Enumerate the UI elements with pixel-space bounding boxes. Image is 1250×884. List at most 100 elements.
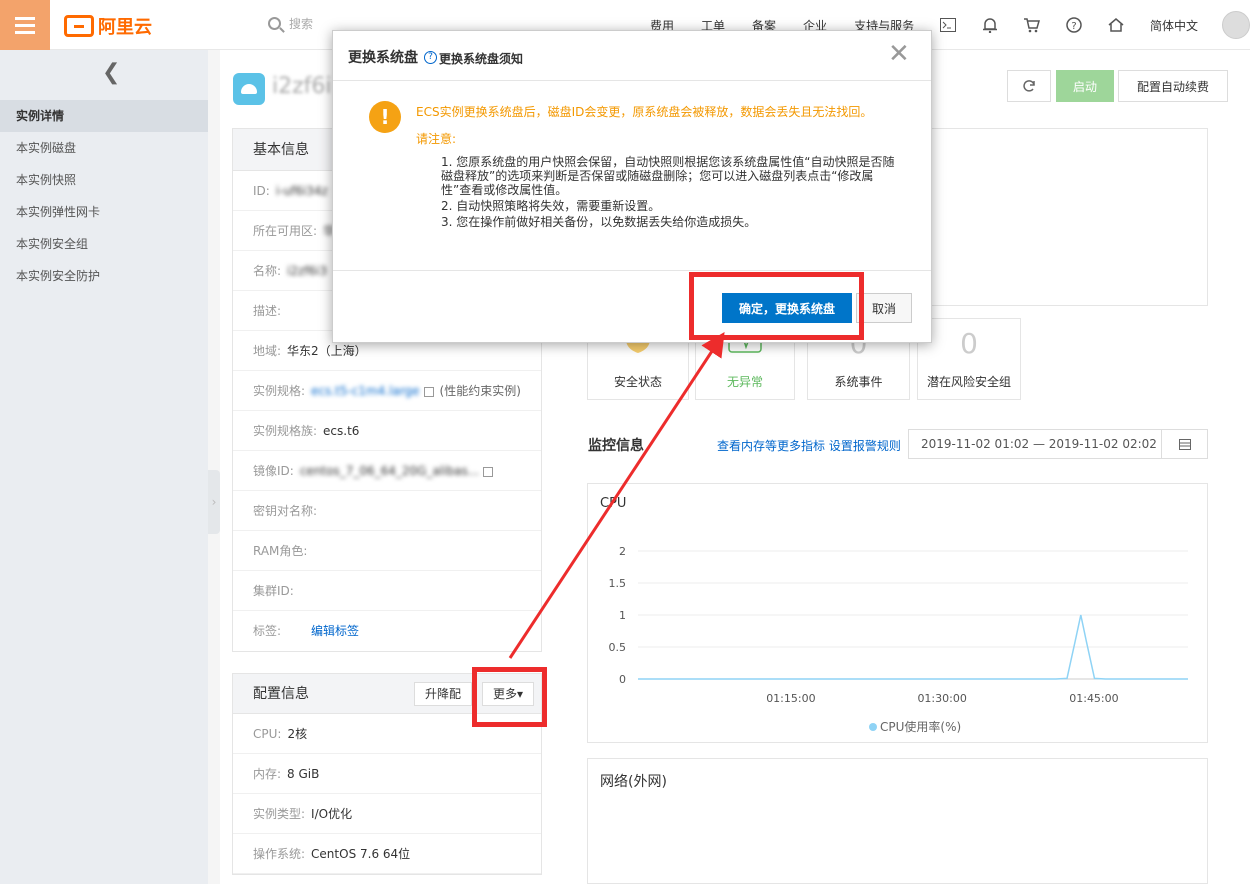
y-tick-label: 1 (619, 609, 626, 622)
row-value: CentOS 7.6 64位 (311, 847, 411, 861)
sidebar-item-instance-details[interactable]: 实例详情 (0, 100, 208, 132)
instance-type-link[interactable]: ecs.t5-c1m4.large (311, 384, 420, 398)
stat-number: 0 (960, 327, 978, 360)
row-label: 集群ID: (253, 584, 294, 598)
stat-label: 无异常 (726, 375, 763, 389)
date-range-picker[interactable]: 2019-11-02 01:02 — 2019-11-02 02:02 (908, 429, 1162, 459)
menu-icon[interactable] (0, 0, 50, 50)
row-value: I/O优化 (311, 807, 353, 821)
row-value: centos_7_06_64_20G_alibas... (299, 464, 480, 478)
row-value: 华东2（上海） (287, 344, 367, 358)
row-label: 密钥对名称: (253, 504, 318, 518)
stat-label: 潜在风险安全组 (926, 375, 1011, 389)
upgrade-button[interactable]: 升降配 (414, 682, 473, 706)
row-label: 实例规格: (253, 384, 306, 398)
close-icon[interactable]: ✕ (888, 41, 910, 67)
dialog-help-link[interactable]: 更换系统盘须知 (439, 50, 523, 67)
chart-title: CPU (600, 496, 626, 511)
sidebar-item-disks[interactable]: 本实例磁盘 (0, 132, 208, 164)
y-tick-label: 0.5 (609, 641, 627, 654)
cpu-chart: CPU 0 0.5 1 1.5 2 01:15:00 01:30:00 01:45:00 CPU使… (587, 483, 1208, 743)
network-title: 网络(外网) (600, 774, 667, 790)
help-icon[interactable]: ? (1063, 14, 1085, 36)
row-value: i-uf6i34z (275, 184, 328, 198)
svg-text:?: ? (1071, 21, 1076, 32)
back-chevron-icon[interactable]: ❮ (102, 60, 120, 85)
avatar[interactable] (1222, 11, 1250, 39)
y-tick-label: 2 (619, 545, 626, 558)
warning-text: ECS实例更换系统盘后，磁盘ID会变更，原系统盘会被释放，数据会丢失且无法找回。 (416, 105, 873, 119)
dialog-header: 更换系统盘 ? 更换系统盘须知 ✕ (333, 31, 931, 81)
row-label: RAM角色: (253, 544, 308, 558)
terminal-icon[interactable] (937, 14, 959, 36)
sidebar: ❮ 实例详情 本实例磁盘 本实例快照 本实例弹性网卡 本实例安全组 本实例安全防… (0, 50, 208, 884)
annotation-box-confirm (689, 272, 864, 340)
calendar-icon[interactable] (1161, 429, 1208, 459)
monitor-links[interactable]: 查看内存等更多指标 设置报警规则 (717, 437, 901, 454)
question-icon[interactable]: ? (424, 51, 437, 64)
start-button[interactable]: 启动 (1056, 70, 1114, 102)
row-label: CPU: (253, 727, 282, 741)
sidebar-collapse-handle[interactable]: › (208, 470, 220, 534)
copy-icon[interactable] (423, 386, 434, 397)
sidebar-item-security-group[interactable]: 本实例安全组 (0, 228, 208, 260)
row-label: 所在可用区: (253, 224, 318, 238)
copy-icon[interactable] (483, 466, 494, 477)
info-row-tags: 标签: 编辑标签 (233, 611, 541, 651)
row-value: i2zf6i3 (287, 264, 328, 278)
sidebar-item-eni[interactable]: 本实例弹性网卡 (0, 196, 208, 228)
row-value: 8 GiB (287, 767, 320, 781)
bell-icon[interactable] (979, 14, 1001, 36)
row-label: 地域: (253, 344, 282, 358)
edit-tags-link[interactable]: 编辑标签 (311, 624, 359, 638)
network-panel: 网络(外网) (587, 758, 1208, 884)
cancel-button[interactable]: 取消 (856, 293, 912, 323)
top-icons: ? (937, 14, 1127, 36)
y-tick-label: 1.5 (609, 577, 627, 590)
language-switch[interactable]: 简体中文 (1150, 17, 1198, 34)
cart-icon[interactable] (1021, 14, 1043, 36)
info-row-io: 实例类型: I/O优化 (233, 794, 541, 834)
logo[interactable]: 阿里云 (64, 13, 152, 39)
list-item: 1. 您原系统盘的用户快照会保留，自动快照则根据您该系统盘属性值“自动快照是否随… (441, 155, 895, 197)
row-suffix: (性能约束实例) (439, 384, 521, 398)
row-label: ID: (253, 184, 270, 198)
note-title: 请注意: (416, 132, 457, 146)
row-value: 2核 (287, 727, 308, 741)
search[interactable]: 搜索 (268, 15, 313, 32)
cpu-chart-svg: CPU 0 0.5 1 1.5 2 01:15:00 01:30:00 01:45:00 CPU使… (600, 496, 1188, 734)
legend-label: CPU使用率(%) (880, 719, 961, 734)
row-label: 标签: (253, 624, 282, 638)
logo-text: 阿里云 (98, 17, 152, 38)
info-row-ram-role: RAM角色: (233, 531, 541, 571)
list-item: 3. 您在操作前做好相关备份，以免数据丢失给你造成损失。 (441, 215, 757, 229)
aliyun-logo-icon (64, 15, 94, 37)
x-tick-label: 01:45:00 (1069, 692, 1118, 705)
instance-name: i2zf6i (272, 74, 332, 99)
monitor-title: 监控信息 (588, 438, 644, 454)
search-placeholder[interactable]: 搜索 (289, 15, 313, 32)
stat-risk-security-groups[interactable]: 0 潜在风险安全组 (917, 318, 1021, 400)
search-icon (268, 17, 281, 30)
stat-label: 系统事件 (834, 375, 883, 389)
list-item: 2. 自动快照策略将失效，需要重新设置。 (441, 199, 661, 213)
refresh-button[interactable] (1007, 70, 1051, 102)
row-label: 实例规格族: (253, 424, 318, 438)
sidebar-item-security-protection[interactable]: 本实例安全防护 (0, 260, 208, 292)
stat-label: 安全状态 (613, 375, 662, 389)
row-label: 描述: (253, 304, 282, 318)
row-label: 实例类型: (253, 807, 306, 821)
info-row-os: 操作系统: CentOS 7.6 64位 (233, 834, 541, 874)
info-row-image-id: 镜像ID: centos_7_06_64_20G_alibas... (233, 451, 541, 491)
auto-renew-button[interactable]: 配置自动续费 (1118, 70, 1228, 102)
cloud-instance-icon (233, 73, 265, 105)
row-label: 镜像ID: (253, 464, 294, 478)
divider (333, 270, 931, 271)
y-tick-label: 0 (619, 673, 626, 686)
legend-marker (869, 723, 877, 731)
annotation-box-more (472, 667, 547, 727)
sidebar-item-snapshots[interactable]: 本实例快照 (0, 164, 208, 196)
row-label: 内存: (253, 767, 282, 781)
row-label: 操作系统: (253, 847, 306, 861)
home-icon[interactable] (1105, 14, 1127, 36)
